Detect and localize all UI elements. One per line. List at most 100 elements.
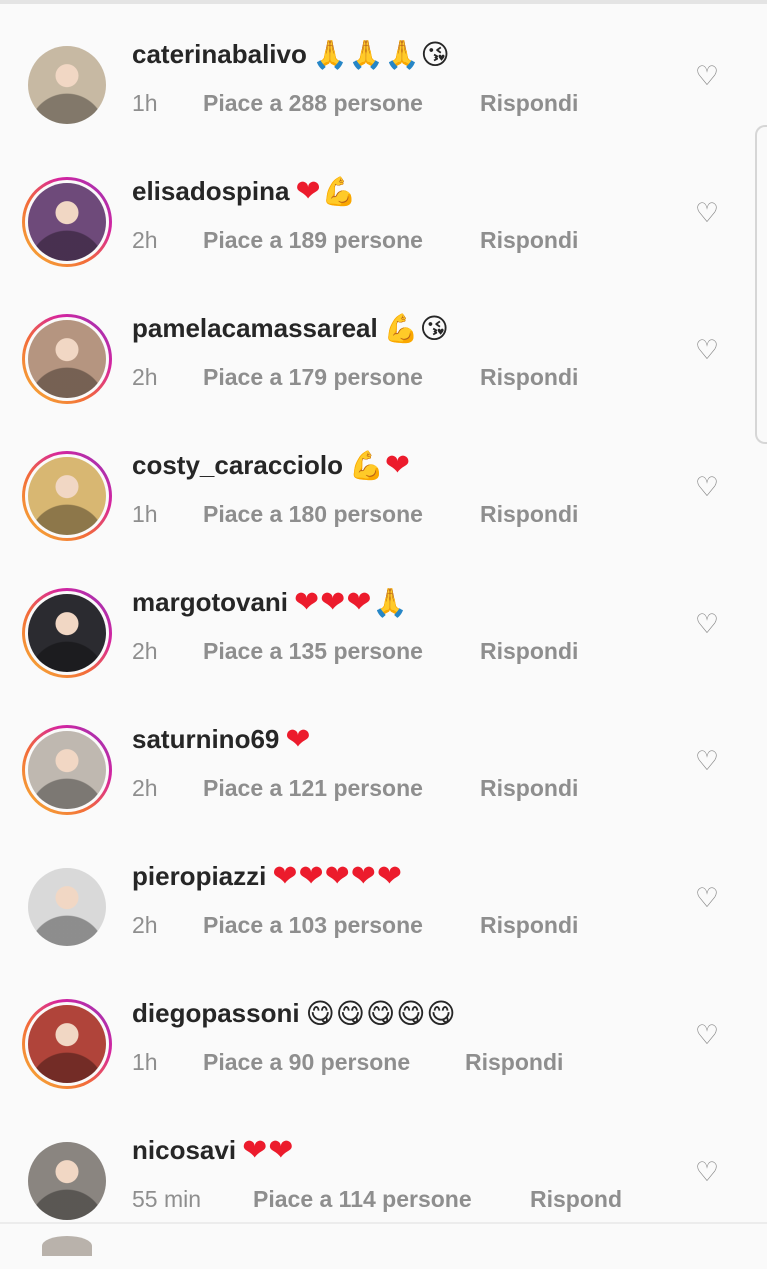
comment-row: costy_caracciolo 💪 ❤ 1h Piace a 180 persone R…	[0, 447, 767, 584]
comment-row: diegopassoni 😋 😋 😋 😋 😋 1h Piace a 90 persone Ris…	[0, 995, 767, 1132]
username-link[interactable]: elisadospina	[132, 176, 290, 207]
avatar-story-ring[interactable]	[22, 1136, 112, 1226]
likes-count-link[interactable]: Piace a 90 persone	[203, 1049, 410, 1076]
avatar[interactable]	[28, 46, 106, 124]
comment-username-line: nicosavi ❤ ❤	[132, 1135, 293, 1166]
username-link[interactable]: pamelacamassareal	[132, 313, 378, 344]
comment-row: pieropiazzi ❤ ❤ ❤ ❤ ❤ 2h Piace a 103 persone Ris…	[0, 858, 767, 995]
reply-button[interactable]: Rispond	[530, 1186, 622, 1213]
comment-row: elisadospina ❤ 💪 2h Piace a 189 persone Rispo…	[0, 173, 767, 310]
reply-button[interactable]: Rispondi	[480, 227, 578, 254]
avatar-story-ring[interactable]	[22, 999, 112, 1089]
reply-button[interactable]: Rispondi	[480, 912, 578, 939]
likes-count-link[interactable]: Piace a 114 persone	[253, 1186, 472, 1213]
comment-row: saturnino69 ❤ 2h Piace a 121 persone Rispond…	[0, 721, 767, 858]
reply-button[interactable]: Rispondi	[480, 775, 578, 802]
comment-emojis: ❤ 💪	[295, 173, 357, 209]
emoji: 🙏	[372, 585, 408, 619]
avatar-story-ring[interactable]	[22, 588, 112, 678]
avatar-story-ring[interactable]	[22, 177, 112, 267]
comment-emojis: ❤	[285, 724, 310, 755]
likes-count-link[interactable]: Piace a 180 persone	[203, 501, 423, 528]
avatar-story-ring[interactable]	[22, 862, 112, 952]
comment-row: caterinabalivo 🙏 🙏 🙏 😘 1h Piace a 288 persone R…	[0, 36, 767, 173]
comment-username-line: elisadospina ❤ 💪	[132, 176, 357, 207]
comment-emojis: 🙏 🙏 🙏 😘	[312, 37, 450, 71]
comment-timestamp: 55 min	[132, 1186, 202, 1212]
comment-emojis: ❤ ❤	[242, 1132, 294, 1168]
heart-outline-icon[interactable]: ♡	[693, 1022, 721, 1050]
emoji: 😋	[426, 996, 456, 1030]
reply-button[interactable]: Rispondi	[480, 364, 578, 391]
reply-button[interactable]: Rispondi	[480, 638, 578, 665]
heart-outline-icon[interactable]: ♡	[693, 200, 721, 228]
emoji: ❤	[242, 1132, 268, 1168]
reply-button[interactable]: Rispondi	[480, 90, 578, 117]
likes-count-link[interactable]: Piace a 121 persone	[203, 775, 423, 802]
comment-timestamp: 2h	[132, 912, 158, 938]
emoji: 🙏	[384, 37, 420, 71]
emoji: 😘	[419, 311, 449, 345]
username-link[interactable]: nicosavi	[132, 1135, 236, 1166]
comment-timestamp: 2h	[132, 227, 158, 253]
heart-outline-icon[interactable]: ♡	[693, 474, 721, 502]
username-link[interactable]: diegopassoni	[132, 998, 300, 1029]
comment-timestamp: 1h	[132, 90, 158, 116]
comment-timestamp: 2h	[132, 364, 158, 390]
emoji: ❤	[295, 173, 321, 209]
heart-outline-icon[interactable]: ♡	[693, 611, 721, 639]
heart-outline-icon[interactable]: ♡	[693, 337, 721, 365]
emoji: 💪	[321, 174, 357, 208]
avatar-story-ring[interactable]	[22, 451, 112, 541]
comment-timestamp: 1h	[132, 1049, 158, 1075]
username-link[interactable]: pieropiazzi	[132, 861, 266, 892]
likes-count-link[interactable]: Piace a 179 persone	[203, 364, 423, 391]
emoji: 😘	[420, 37, 450, 71]
emoji: ❤	[294, 584, 320, 620]
avatar[interactable]	[28, 320, 106, 398]
avatar-story-ring[interactable]	[22, 314, 112, 404]
avatar[interactable]	[28, 1142, 106, 1220]
emoji: 😋	[396, 996, 426, 1030]
username-link[interactable]: costy_caracciolo	[132, 450, 343, 481]
emoji: ❤	[384, 447, 411, 483]
avatar-story-ring[interactable]	[22, 725, 112, 815]
likes-count-link[interactable]: Piace a 288 persone	[203, 90, 423, 117]
comment-username-line: saturnino69 ❤	[132, 724, 311, 755]
comment-username-line: diegopassoni 😋 😋 😋 😋 😋	[132, 998, 456, 1029]
emoji: ❤	[324, 858, 350, 894]
avatar[interactable]	[28, 731, 106, 809]
username-link[interactable]: margotovani	[132, 587, 288, 618]
heart-outline-icon[interactable]: ♡	[693, 1159, 721, 1187]
emoji: ❤	[376, 858, 403, 894]
likes-count-link[interactable]: Piace a 135 persone	[203, 638, 423, 665]
comment-row: pamelacamassareal 💪 😘 2h Piace a 179 persone…	[0, 310, 767, 447]
heart-outline-icon[interactable]: ♡	[693, 748, 721, 776]
avatar-story-ring[interactable]	[22, 40, 112, 130]
avatar[interactable]	[28, 183, 106, 261]
comment-username-line: costy_caracciolo 💪 ❤	[132, 450, 410, 481]
comment-username-line: margotovani ❤ ❤ ❤ 🙏	[132, 587, 407, 618]
username-link[interactable]: saturnino69	[132, 724, 279, 755]
likes-count-link[interactable]: Piace a 189 persone	[203, 227, 423, 254]
heart-outline-icon[interactable]: ♡	[693, 885, 721, 913]
avatar[interactable]	[28, 868, 106, 946]
comment-timestamp: 2h	[132, 638, 158, 664]
top-divider	[0, 0, 767, 4]
likes-count-link[interactable]: Piace a 103 persone	[203, 912, 423, 939]
avatar[interactable]	[28, 594, 106, 672]
comment-emojis: 💪 😘	[383, 311, 449, 345]
emoji: 😋	[305, 996, 335, 1030]
avatar[interactable]	[28, 457, 106, 535]
avatar[interactable]	[28, 1005, 106, 1083]
reply-button[interactable]: Rispondi	[480, 501, 578, 528]
emoji: ❤	[272, 858, 298, 894]
emoji: 💪	[383, 311, 419, 345]
reply-button[interactable]: Rispondi	[465, 1049, 563, 1076]
comment-emojis: ❤ ❤ ❤ ❤ ❤	[272, 858, 403, 894]
emoji: 🙏	[312, 37, 348, 71]
username-link[interactable]: caterinabalivo	[132, 39, 307, 70]
emoji: ❤	[268, 1132, 294, 1168]
emoji: 😋	[365, 996, 396, 1030]
heart-outline-icon[interactable]: ♡	[693, 63, 721, 91]
